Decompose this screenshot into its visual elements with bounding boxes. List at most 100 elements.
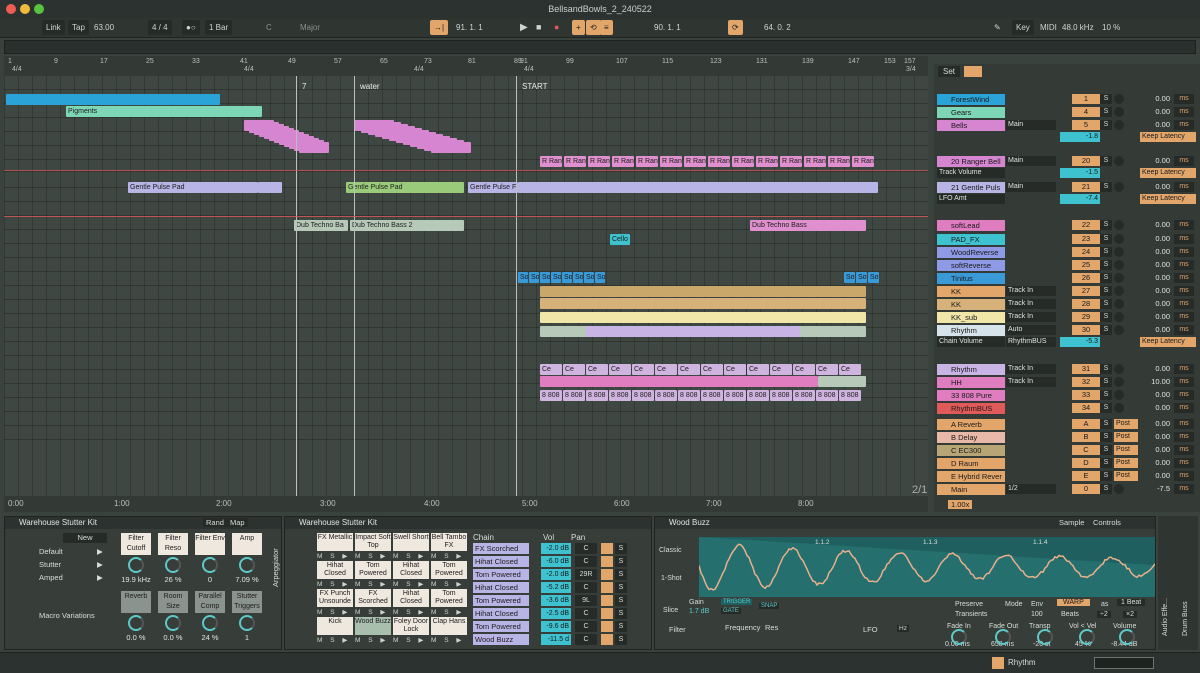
- track-name[interactable]: Bells: [937, 120, 1005, 131]
- ranger-bell-clip[interactable]: R Rang: [660, 156, 682, 167]
- track-volume[interactable]: 0.00: [1140, 471, 1170, 481]
- soft-clip[interactable]: Soft Ti: [573, 272, 583, 283]
- rhythm-clip[interactable]: Ce: [793, 364, 815, 375]
- ranger-bell-clip[interactable]: R Rang: [588, 156, 610, 167]
- arm-button[interactable]: [1114, 220, 1124, 230]
- soft-clip[interactable]: Soft Ti: [562, 272, 572, 283]
- track-name[interactable]: Rhythm: [937, 325, 1005, 336]
- waveform-display[interactable]: [699, 537, 1155, 597]
- 808-clip[interactable]: 8 808: [609, 390, 631, 401]
- track-name[interactable]: 33 808 Pure: [937, 390, 1005, 401]
- pad-controls[interactable]: M S ▶: [393, 608, 426, 616]
- track-lane[interactable]: [4, 412, 928, 426]
- track-lane[interactable]: [4, 272, 928, 286]
- kk-clip[interactable]: [540, 298, 866, 309]
- rhythm-clip[interactable]: Ce: [701, 364, 723, 375]
- chain-solo-button[interactable]: S: [615, 608, 627, 619]
- chain-volume[interactable]: -9.6 dB: [541, 621, 571, 632]
- drum-pad[interactable]: Tom Powered: [355, 561, 391, 579]
- macro-knob[interactable]: [202, 615, 218, 631]
- time-ruler[interactable]: 0:00 1:00 2:00 3:00 4:00 5:00 6:00 7:00 8:00: [4, 496, 928, 512]
- 808-clip[interactable]: 8 808: [701, 390, 723, 401]
- track-activator[interactable]: 31: [1072, 364, 1100, 374]
- solo-button[interactable]: S: [1100, 94, 1112, 104]
- drum-buss-tab[interactable]: Drum Buss: [1182, 601, 1189, 636]
- arm-button[interactable]: [1114, 484, 1124, 494]
- arm-button[interactable]: [1114, 234, 1124, 244]
- play-variation-icon[interactable]: ▶: [97, 547, 103, 556]
- solo-button[interactable]: S: [1100, 156, 1112, 166]
- ranger-bell-clip[interactable]: R Rang: [612, 156, 634, 167]
- automation-param-select[interactable]: Chain Volume: [937, 337, 1005, 347]
- ranger-bell-clip[interactable]: R Rang: [852, 156, 874, 167]
- automation-param-select[interactable]: Track Volume: [937, 168, 1005, 178]
- track-name[interactable]: WoodReverse: [937, 247, 1005, 258]
- track-activator[interactable]: 4: [1072, 107, 1100, 117]
- follow-button[interactable]: →|: [430, 20, 448, 35]
- track-name[interactable]: A Reverb: [937, 419, 1005, 430]
- gentle-pulse-clip[interactable]: Gentle Pulse F: [468, 182, 518, 193]
- track-volume[interactable]: 0.00: [1140, 234, 1170, 244]
- arm-button[interactable]: [1114, 286, 1124, 296]
- zoom-level[interactable]: 1.00x: [948, 500, 972, 509]
- track-volume[interactable]: 0.00: [1140, 432, 1170, 442]
- rhythm-clip[interactable]: Ce: [563, 364, 585, 375]
- volume-knob[interactable]: [1119, 629, 1135, 645]
- track-activator[interactable]: E: [1072, 471, 1100, 481]
- solo-button[interactable]: S: [1100, 432, 1112, 442]
- hh-clip[interactable]: [818, 376, 866, 387]
- chain-volume[interactable]: -2.0 dB: [541, 543, 571, 554]
- ranger-bell-clip[interactable]: R Rang: [732, 156, 754, 167]
- mixer-track-row[interactable]: KK 28 S 0.00 ms Track In: [934, 299, 1200, 311]
- soft-clip[interactable]: Soft Ti: [529, 272, 539, 283]
- track-name[interactable]: PAD_FX: [937, 234, 1005, 245]
- soft-clip[interactable]: Soft Ti: [595, 272, 605, 283]
- transp-knob[interactable]: [1037, 629, 1053, 645]
- chain-pan[interactable]: C: [575, 582, 597, 593]
- automation-row[interactable]: -1.8 Keep Latency: [934, 132, 1200, 144]
- metronome-icon[interactable]: ●○: [182, 20, 200, 35]
- mixer-track-row[interactable]: B Delay B S 0.00 ms Post: [934, 432, 1200, 444]
- 808-clip[interactable]: 8 808: [793, 390, 815, 401]
- draw-mode-icon[interactable]: ✎: [990, 20, 1005, 35]
- pad-controls[interactable]: M S ▶: [431, 580, 464, 588]
- mixer-track-row[interactable]: Rhythm 30 S 0.00 ms Auto: [934, 325, 1200, 337]
- solo-button[interactable]: S: [1100, 120, 1112, 130]
- drum-pad[interactable]: Foley Door Lock: [393, 617, 429, 635]
- preserve-select[interactable]: Transients: [955, 611, 987, 618]
- track-lane[interactable]: [4, 426, 928, 440]
- warp-button[interactable]: WARP: [1057, 599, 1090, 606]
- rand-button[interactable]: Rand: [203, 518, 227, 527]
- chain-name[interactable]: Wood Buzz: [473, 634, 529, 645]
- ranger-bell-clip[interactable]: R Rang: [684, 156, 706, 167]
- chain-name[interactable]: Tom Powered: [473, 621, 529, 632]
- track-name[interactable]: Tinitus: [937, 273, 1005, 284]
- pad-controls[interactable]: M S ▶: [355, 608, 388, 616]
- solo-button[interactable]: S: [1100, 299, 1112, 309]
- pigments-clip[interactable]: Pigments: [66, 106, 262, 117]
- pad-controls[interactable]: M S ▶: [393, 552, 426, 560]
- macro-value[interactable]: 1: [232, 633, 262, 642]
- track-activator[interactable]: 20: [1072, 156, 1100, 166]
- track-activator[interactable]: D: [1072, 458, 1100, 468]
- drum-pad[interactable]: Hihat Closed: [393, 589, 429, 607]
- warp-beat-select[interactable]: 1 Beat: [1117, 599, 1145, 606]
- forestwind-clip[interactable]: [6, 94, 220, 105]
- arm-button[interactable]: [1114, 182, 1124, 192]
- controls-tab[interactable]: Controls: [1093, 518, 1121, 527]
- track-name[interactable]: KK: [937, 299, 1005, 310]
- soft-clip[interactable]: Soft Ti: [844, 272, 855, 283]
- track-name[interactable]: RhythmBUS: [937, 403, 1005, 414]
- rhythm-clip[interactable]: Ce: [747, 364, 769, 375]
- trigger-button[interactable]: TRIGGER: [721, 599, 752, 605]
- track-activator[interactable]: 26: [1072, 273, 1100, 283]
- one-shot-mode-button[interactable]: 1-Shot: [661, 575, 682, 582]
- track-volume[interactable]: 0.00: [1140, 120, 1170, 130]
- solo-button[interactable]: S: [1100, 364, 1112, 374]
- mixer-track-row[interactable]: Rhythm 31 S 0.00 ms Track In: [934, 364, 1200, 376]
- track-lane[interactable]: [4, 118, 928, 132]
- warp-mode-select[interactable]: Beats: [1061, 611, 1079, 618]
- chain-pan[interactable]: C: [575, 634, 597, 645]
- mixer-track-row[interactable]: PAD_FX 23 S 0.00 ms: [934, 234, 1200, 246]
- track-activator[interactable]: 30: [1072, 325, 1100, 335]
